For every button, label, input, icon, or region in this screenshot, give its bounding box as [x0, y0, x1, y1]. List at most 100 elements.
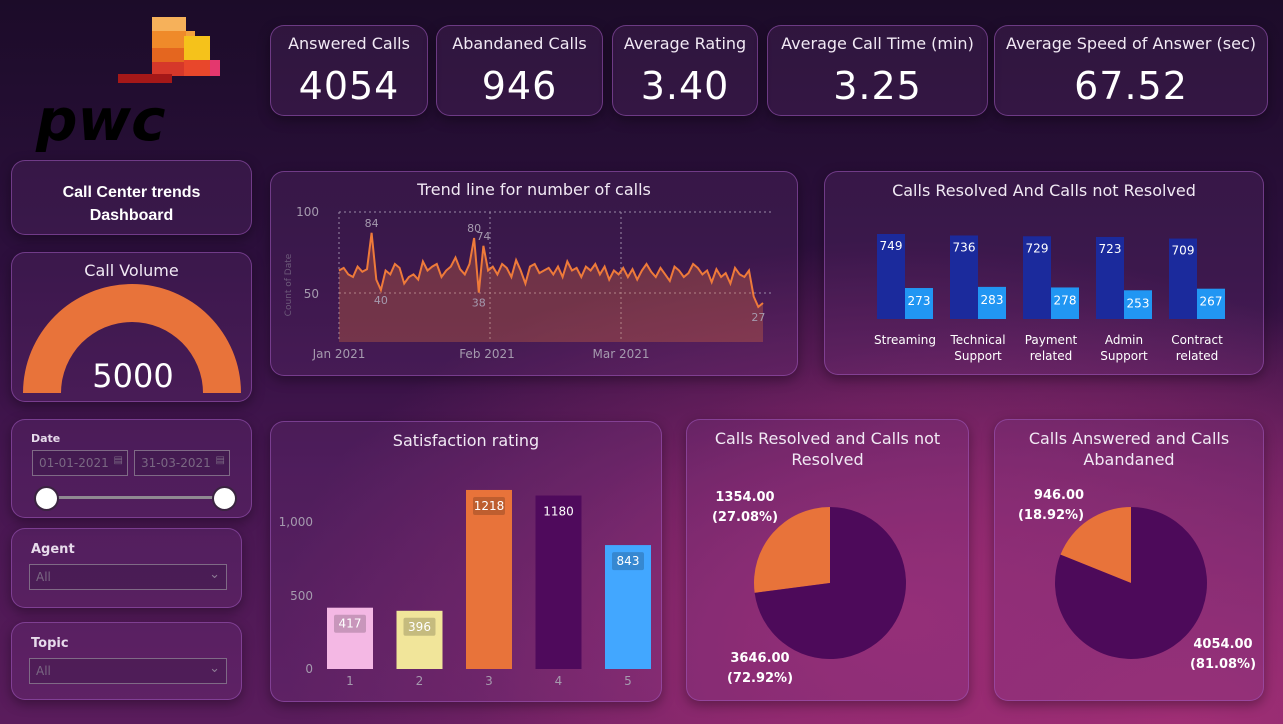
y-tick-label: 50 — [304, 287, 319, 301]
trend-chart-card: Trend line for number of calls 100 50 Co… — [270, 171, 798, 376]
satisfaction-card: Satisfaction rating 1,000 500 0 417 1 396 2… — [270, 421, 662, 702]
x-tick-label: Mar 2021 — [593, 347, 650, 361]
pie-resolved-chart: 1354.00 (27.08%) 3646.00 (72.92%) — [712, 490, 907, 686]
logo-wordmark: pwc — [35, 86, 165, 154]
trend-data-label: 38 — [472, 297, 486, 310]
bar-data-label: 278 — [1054, 293, 1077, 307]
date-range-end-handle[interactable] — [212, 486, 237, 511]
category-label: Support — [1100, 349, 1148, 363]
pie-label-value: 3646.00 — [730, 651, 789, 666]
logo-block — [152, 17, 186, 31]
dashboard-title-line1: Call Center trends — [62, 184, 201, 201]
pie-resolved-card: Calls Resolved and Calls not Resolved 13… — [686, 419, 969, 701]
category-label: 1 — [346, 674, 354, 688]
trend-data-label: 74 — [476, 230, 490, 243]
agent-dropdown[interactable]: All ⌄ — [29, 564, 227, 590]
kpi-abandoned-calls: Abandaned Calls 946 — [436, 25, 603, 116]
topic-dropdown[interactable]: All ⌄ — [29, 658, 227, 684]
kpi-title: Answered Calls — [288, 34, 410, 53]
agent-slicer: Agent All ⌄ — [11, 528, 242, 608]
bar-data-label: 267 — [1200, 295, 1223, 309]
chevron-down-icon[interactable]: ⌄ — [209, 567, 220, 582]
date-range-track[interactable] — [47, 496, 225, 499]
bar-data-label: 749 — [880, 239, 903, 253]
kpi-average-rating: Average Rating 3.40 — [612, 25, 758, 116]
pie-label-percent: (72.92%) — [727, 671, 793, 686]
y-tick-label: 1,000 — [279, 515, 313, 529]
logo-block — [184, 36, 210, 60]
start-date-input[interactable]: 01-01-2021 ▤ — [32, 450, 128, 476]
y-tick-label: 0 — [305, 662, 313, 676]
y-axis-label: Count of Date — [284, 253, 294, 316]
bar-data-label: 283 — [981, 293, 1004, 307]
agent-selected-value: All — [36, 570, 51, 584]
category-label: 3 — [485, 674, 493, 688]
end-date-value: 31-03-2021 — [141, 456, 211, 470]
category-label: Support — [954, 349, 1002, 363]
calendar-icon[interactable]: ▤ — [216, 455, 225, 466]
logo-block — [152, 31, 186, 48]
logo-block — [210, 60, 220, 76]
pie-label-percent: (18.92%) — [1018, 508, 1084, 523]
bar-data-label: 273 — [908, 294, 931, 308]
resolved-bar-chart: 749 273 Streaming 736 283 Technical Support 729… — [874, 234, 1225, 363]
call-volume-value: 5000 — [92, 357, 173, 395]
end-date-input[interactable]: 31-03-2021 ▤ — [134, 450, 230, 476]
y-tick-label: 100 — [296, 205, 319, 219]
trend-area — [339, 232, 763, 342]
category-label: 2 — [416, 674, 424, 688]
date-slicer-label: Date — [31, 432, 61, 445]
pie-label-percent: (81.08%) — [1190, 657, 1256, 672]
kpi-title: Average Rating — [623, 34, 747, 53]
logo-block — [184, 60, 210, 76]
pie-label-value: 946.00 — [1034, 488, 1084, 503]
trend-chart: 100 50 Count of Date Jan 2021 Feb 2021 M… — [284, 205, 773, 361]
satisfaction-bar — [535, 495, 582, 669]
bar-data-label: 736 — [953, 240, 976, 254]
chevron-down-icon[interactable]: ⌄ — [209, 661, 220, 676]
category-label: 4 — [555, 674, 563, 688]
trend-data-label: 40 — [374, 294, 388, 307]
trend-data-label: 84 — [365, 217, 379, 230]
satisfaction-bar-chart: 1,000 500 0 417 1 396 2 1218 3 1180 4 843 5 — [279, 489, 651, 688]
category-label: related — [1030, 349, 1072, 363]
category-label: Streaming — [874, 333, 936, 347]
kpi-value: 3.25 — [833, 64, 922, 108]
topic-slicer: Topic All ⌄ — [11, 622, 242, 700]
logo-block — [152, 62, 184, 76]
topic-slicer-label: Topic — [31, 636, 69, 651]
calendar-icon[interactable]: ▤ — [114, 455, 123, 466]
x-tick-label: Feb 2021 — [459, 347, 515, 361]
x-tick-label: Jan 2021 — [312, 347, 366, 361]
topic-selected-value: All — [36, 664, 51, 678]
bar-data-label: 417 — [339, 617, 362, 631]
bar-data-label: 396 — [408, 620, 431, 634]
agent-slicer-label: Agent — [31, 542, 75, 557]
kpi-average-speed-of-answer: Average Speed of Answer (sec) 67.52 — [994, 25, 1268, 116]
trend-data-label: 27 — [751, 311, 765, 324]
pwc-logo: pwc — [30, 14, 230, 164]
kpi-value: 946 — [481, 64, 558, 108]
satisfaction-bar — [466, 489, 512, 669]
pie-label-percent: (27.08%) — [712, 510, 778, 525]
call-volume-gauge: 5000 — [23, 284, 241, 395]
resolved-bar-card: Calls Resolved And Calls not Resolved 74… — [824, 171, 1264, 375]
category-label: Admin — [1105, 333, 1143, 347]
category-label: Contract — [1171, 333, 1223, 347]
bar-data-label: 1218 — [474, 499, 505, 513]
date-range-start-handle[interactable] — [34, 486, 59, 511]
category-label: 5 — [624, 674, 632, 688]
dashboard-title-line2: Dashboard — [89, 207, 174, 224]
dashboard-title: Call Center trends Dashboard — [12, 181, 251, 227]
category-label: Payment — [1025, 333, 1078, 347]
kpi-title: Average Speed of Answer (sec) — [1005, 34, 1256, 53]
kpi-average-call-time: Average Call Time (min) 3.25 — [767, 25, 988, 116]
kpi-value: 4054 — [298, 64, 400, 108]
logo-block — [152, 48, 184, 62]
y-tick-label: 500 — [290, 589, 313, 603]
kpi-value: 3.40 — [640, 64, 730, 108]
kpi-title: Abandaned Calls — [452, 34, 587, 53]
call-volume-card: Call Volume 5000 — [11, 252, 252, 402]
kpi-answered-calls: Answered Calls 4054 — [270, 25, 428, 116]
date-slicer: Date 01-01-2021 ▤ 31-03-2021 ▤ — [11, 419, 252, 518]
